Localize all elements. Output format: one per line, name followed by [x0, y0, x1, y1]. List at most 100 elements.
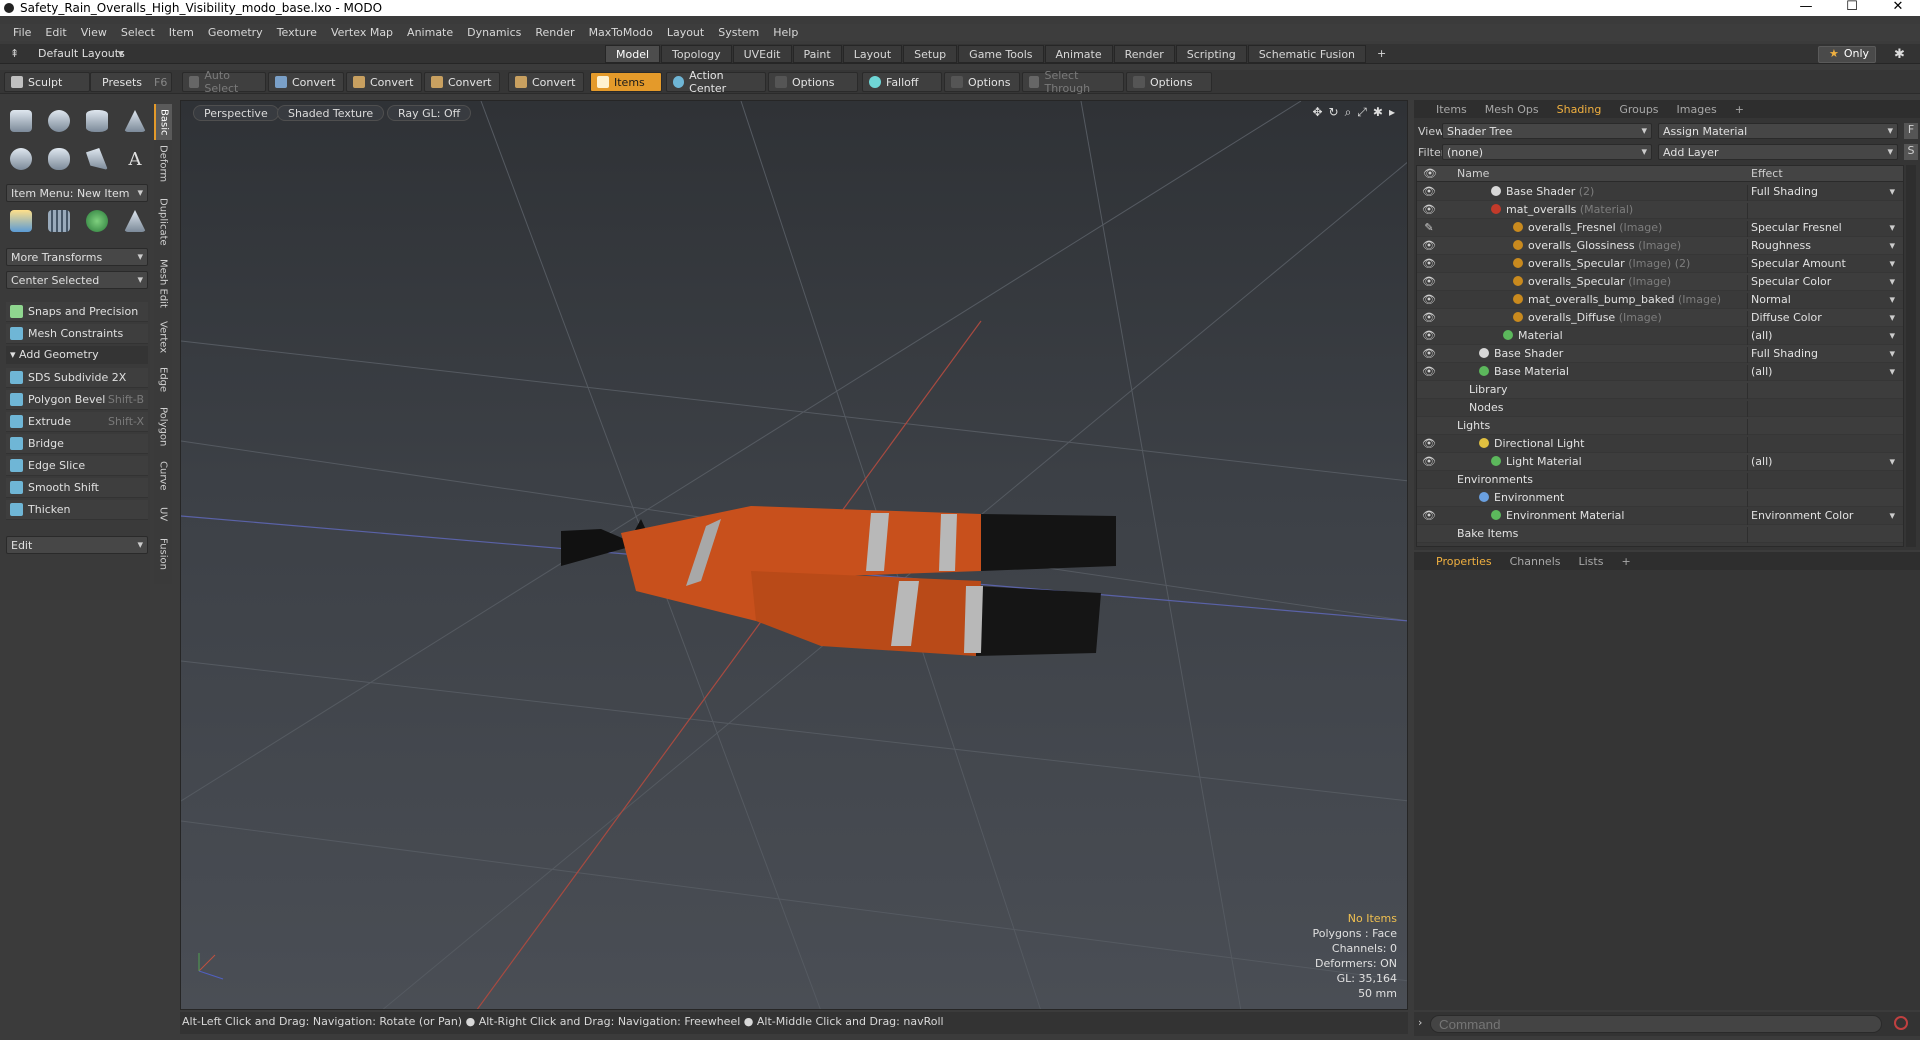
visibility-eye-icon[interactable] — [1421, 473, 1437, 487]
menu-render[interactable]: Render — [535, 26, 574, 39]
sculpt-button[interactable]: Sculpt — [4, 72, 90, 92]
pan-icon[interactable]: ✥ — [1312, 105, 1322, 120]
shader-tree-row[interactable]: 👁 mat_overalls (Material) — [1417, 201, 1903, 219]
only-button[interactable]: ★ Only — [1818, 46, 1876, 63]
tab-edge[interactable]: Edge — [154, 364, 172, 396]
overalls-model[interactable] — [561, 506, 1116, 656]
tab-game-tools[interactable]: Game Tools — [958, 45, 1044, 63]
shader-tree-row[interactable]: 👁 Environment Material Environment Color — [1417, 507, 1903, 525]
shader-tree-row[interactable]: 👁 Material (all) — [1417, 327, 1903, 345]
presets-button[interactable]: Presets F6 — [90, 72, 172, 92]
menu-item[interactable]: Item — [169, 26, 194, 39]
tab-items[interactable]: Items — [1436, 103, 1467, 116]
effect-dropdown[interactable]: Environment Color — [1747, 509, 1897, 525]
items-mode-button[interactable]: Items — [590, 72, 662, 92]
visibility-eye-icon[interactable] — [1421, 383, 1437, 397]
rotate-icon[interactable]: ↻ — [1329, 105, 1339, 120]
item-menu-dropdown[interactable]: Item Menu: New Item — [6, 184, 148, 202]
add-layer-dropdown[interactable]: Add Layer — [1658, 144, 1898, 160]
tab-uv[interactable]: UV — [154, 502, 172, 526]
cube-icon[interactable] — [6, 106, 36, 136]
text-tool-icon[interactable]: A — [120, 144, 150, 174]
convert-vertices-button[interactable]: Convert — [268, 72, 344, 92]
tab-images[interactable]: Images — [1677, 103, 1717, 116]
grid-icon[interactable] — [44, 206, 74, 236]
edit-dropdown[interactable]: Edit — [6, 536, 148, 554]
tab-deform[interactable]: Deform — [154, 144, 172, 184]
viewport-gear-icon[interactable]: ✱ — [1373, 105, 1383, 120]
visibility-eye-icon[interactable]: 👁 — [1421, 293, 1437, 307]
effect-dropdown[interactable]: (all) — [1747, 365, 1897, 381]
shader-tree-row[interactable]: Environments — [1417, 471, 1903, 489]
shader-tree-row[interactable]: 👁 mat_overalls_bump_baked (Image) Normal — [1417, 291, 1903, 309]
effect-dropdown[interactable]: (all) — [1747, 329, 1897, 345]
sds-subdivide-button[interactable]: SDS Subdivide 2X — [6, 368, 148, 388]
tab-paint[interactable]: Paint — [792, 45, 842, 63]
tab-channels[interactable]: Channels — [1510, 555, 1561, 568]
mesh-constraints-button[interactable]: Mesh Constraints — [6, 324, 148, 344]
shader-tree-row[interactable]: 👁 overalls_Diffuse (Image) Diffuse Color — [1417, 309, 1903, 327]
menu-layout[interactable]: Layout — [667, 26, 704, 39]
filter-dropdown[interactable]: (none) — [1442, 144, 1652, 160]
extrude-button[interactable]: Extrude Shift-X — [6, 412, 148, 432]
effect-dropdown[interactable]: Specular Amount — [1747, 257, 1897, 273]
visibility-eye-icon[interactable] — [1421, 419, 1437, 433]
tab-shading[interactable]: Shading — [1557, 103, 1602, 116]
tab-curve[interactable]: Curve — [154, 458, 172, 494]
3d-viewport[interactable]: Perspective Shaded Texture Ray GL: Off ✥… — [180, 100, 1408, 1010]
visibility-eye-icon[interactable]: 👁 — [1421, 455, 1437, 469]
convert-edges-button[interactable]: Convert — [346, 72, 422, 92]
command-input[interactable] — [1430, 1015, 1882, 1033]
view-dropdown[interactable]: Shader Tree — [1442, 123, 1652, 139]
effect-dropdown[interactable]: (all) — [1747, 455, 1897, 471]
menu-animate[interactable]: Animate — [407, 26, 453, 39]
shader-tree-row[interactable]: 👁 Base Material (all) — [1417, 363, 1903, 381]
assign-material-dropdown[interactable]: Assign Material — [1658, 123, 1898, 139]
tab-model[interactable]: Model — [605, 45, 661, 63]
shader-tree-row[interactable]: Environment — [1417, 489, 1903, 507]
tab-setup[interactable]: Setup — [903, 45, 958, 63]
visibility-eye-icon[interactable]: 👁 — [1421, 347, 1437, 361]
visibility-eye-icon[interactable]: 👁 — [1421, 275, 1437, 289]
add-tab-button[interactable]: + — [1367, 45, 1396, 63]
tab-topology[interactable]: Topology — [661, 45, 732, 63]
close-button[interactable]: ✕ — [1878, 0, 1918, 16]
smooth-shift-button[interactable]: Smooth Shift — [6, 478, 148, 498]
more-transforms-dropdown[interactable]: More Transforms — [6, 248, 148, 266]
tab-mesh-ops[interactable]: Mesh Ops — [1485, 103, 1539, 116]
select-options-button[interactable]: Options — [1126, 72, 1212, 92]
minimize-button[interactable]: — — [1786, 0, 1826, 16]
effect-dropdown[interactable]: Roughness — [1747, 239, 1897, 255]
bridge-button[interactable]: Bridge — [6, 434, 148, 454]
falloff-button[interactable]: Falloff — [862, 72, 942, 92]
menu-texture[interactable]: Texture — [277, 26, 317, 39]
tab-groups[interactable]: Groups — [1619, 103, 1658, 116]
visibility-eye-icon[interactable] — [1421, 527, 1437, 541]
falloff-options-button[interactable]: Options — [944, 72, 1020, 92]
add-geometry-section[interactable]: ▾ Add Geometry — [6, 346, 148, 364]
menu-view[interactable]: View — [81, 26, 107, 39]
tab-uvedit[interactable]: UVEdit — [732, 45, 792, 63]
layout-dropdown[interactable]: Default Layouts — [38, 47, 125, 60]
tab-lists[interactable]: Lists — [1579, 555, 1604, 568]
tab-schematic-fusion[interactable]: Schematic Fusion — [1247, 45, 1367, 63]
convert-items-button[interactable]: Convert — [508, 72, 584, 92]
visibility-eye-icon[interactable] — [1421, 401, 1437, 415]
visibility-eye-icon[interactable]: 👁 — [1421, 185, 1437, 199]
ray-gl-button[interactable]: Ray GL: Off — [387, 105, 472, 121]
tab-scripting[interactable]: Scripting — [1175, 45, 1247, 63]
cone-icon[interactable] — [120, 106, 150, 136]
tree-scrollbar[interactable] — [1906, 165, 1916, 547]
visibility-eye-icon[interactable]: 👁 — [1421, 509, 1437, 523]
menu-edit[interactable]: Edit — [45, 26, 66, 39]
shader-tree-row[interactable]: 👁 Base Shader (2) Full Shading — [1417, 183, 1903, 201]
capsule-icon[interactable] — [44, 144, 74, 174]
thicken-button[interactable]: Thicken — [6, 500, 148, 520]
gear-icon[interactable]: ✱ — [1894, 47, 1905, 62]
effect-dropdown[interactable]: Diffuse Color — [1747, 311, 1897, 327]
shader-tree-row[interactable]: Lights — [1417, 417, 1903, 435]
shaded-texture-button[interactable]: Shaded Texture — [277, 105, 385, 121]
action-center-button[interactable]: Action Center — [666, 69, 766, 95]
effect-column-header[interactable]: Effect — [1751, 167, 1783, 180]
record-icon[interactable] — [1894, 1016, 1908, 1030]
